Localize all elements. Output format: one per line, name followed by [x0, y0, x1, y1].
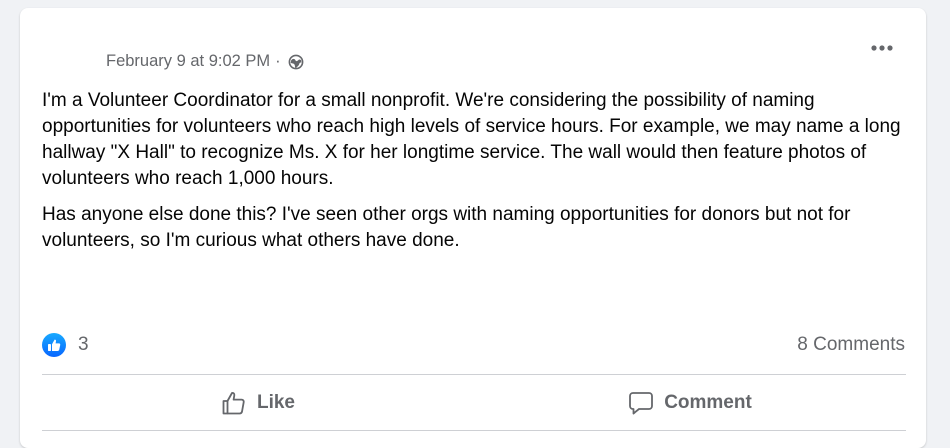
post-paragraph: Has anyone else done this? I've seen oth… [42, 204, 851, 251]
like-button-label: Like [256, 392, 296, 413]
thumbs-up-icon [221, 390, 247, 416]
post-card: February 9 at 9:02 PM · I'm a Volunteer … [20, 8, 926, 448]
post-meta: February 9 at 9:02 PM · [106, 52, 304, 71]
divider [42, 374, 906, 375]
post-actions: Like Comment [42, 381, 906, 425]
comments-count-link[interactable]: 8 Comments [797, 334, 905, 356]
like-reaction-icon [42, 333, 66, 357]
meta-separator: · [275, 52, 281, 70]
post-timestamp[interactable]: February 9 at 9:02 PM [106, 52, 270, 71]
more-options-icon[interactable] [868, 36, 896, 60]
comment-button-label: Comment [664, 392, 752, 413]
comment-button[interactable]: Comment [474, 381, 906, 425]
globe-icon[interactable] [288, 54, 304, 70]
divider [42, 430, 906, 431]
speech-bubble-icon [628, 390, 654, 416]
reactions-summary[interactable]: 3 [42, 333, 89, 357]
like-button[interactable]: Like [42, 381, 474, 425]
post-body: I'm a Volunteer Coordinator for a small … [42, 88, 922, 264]
reaction-count: 3 [78, 334, 89, 355]
post-paragraph: I'm a Volunteer Coordinator for a small … [42, 90, 901, 189]
